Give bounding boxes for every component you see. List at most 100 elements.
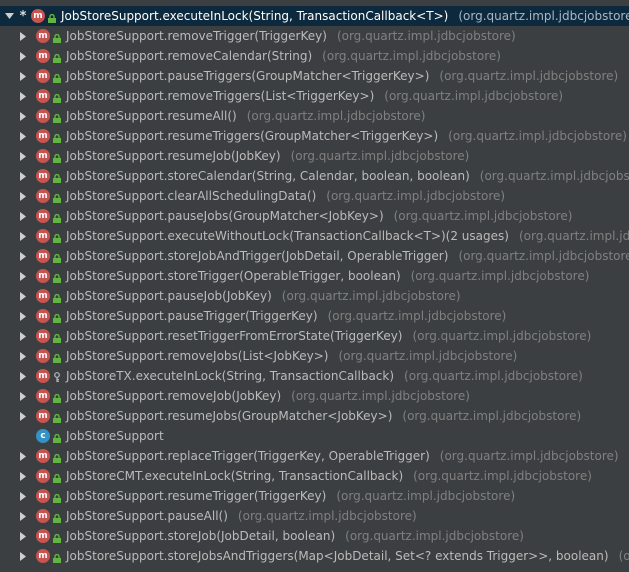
tree-row[interactable]: m JobStoreSupport.pauseTrigger(TriggerKey…	[0, 306, 629, 326]
tree-row[interactable]: m JobStoreSupport.resumeAll() (org.quartz.…	[0, 106, 629, 126]
lock-icon	[53, 152, 61, 163]
package-name: (org.quartz.impl.jdbcjobstore)	[336, 489, 516, 503]
lock-icon	[53, 552, 61, 563]
collapsed-arrow-icon[interactable]	[18, 311, 28, 321]
method-name: JobStoreSupport.pauseJob(JobKey)	[66, 289, 272, 303]
method-icon: m	[36, 209, 50, 223]
collapsed-arrow-icon[interactable]	[18, 391, 28, 401]
collapsed-arrow-icon[interactable]	[18, 131, 28, 141]
collapsed-arrow-icon[interactable]	[18, 151, 28, 161]
tree-row[interactable]: c JobStoreSupport	[0, 426, 629, 446]
method-icon: m	[36, 49, 50, 63]
method-icon: m	[36, 29, 50, 43]
lock-icon	[53, 132, 61, 143]
lock-icon	[53, 512, 61, 523]
tree-row[interactable]: m JobStoreSupport.storeCalendar(String, C…	[0, 166, 629, 186]
lock-icon	[53, 532, 61, 543]
tree-row[interactable]: m JobStoreSupport.resumeTriggers(GroupMat…	[0, 126, 629, 146]
method-icon: m	[36, 529, 50, 543]
collapsed-arrow-icon[interactable]	[18, 91, 28, 101]
method-icon: m	[36, 309, 50, 323]
tree-row[interactable]: m JobStoreSupport.storeJobsAndTriggers(Ma…	[0, 546, 629, 566]
collapsed-arrow-icon[interactable]	[18, 411, 28, 421]
tree-row[interactable]: m JobStoreSupport.resumeJobs(GroupMatcher…	[0, 406, 629, 426]
tree-row[interactable]: m JobStoreSupport.resumeTrigger(TriggerKe…	[0, 486, 629, 506]
method-icon: m	[36, 69, 50, 83]
tree-row[interactable]: m JobStoreSupport.removeJob(JobKey) (org.q…	[0, 386, 629, 406]
lock-icon	[53, 32, 61, 43]
collapsed-arrow-icon[interactable]	[18, 551, 28, 561]
tree-row[interactable]: m JobStoreTX.executeInLock(String, Transa…	[0, 366, 629, 386]
method-name: JobStoreSupport.replaceTrigger(TriggerKe…	[66, 449, 430, 463]
collapsed-arrow-icon[interactable]	[18, 351, 28, 361]
method-icon: m	[36, 409, 50, 423]
package-name: (org.quartz.impl.jdbcjobstore)	[281, 289, 461, 303]
method-icon: m	[36, 509, 50, 523]
lock-icon	[48, 12, 56, 23]
tree-row[interactable]: m JobStoreSupport.storeJobAndTrigger(JobD…	[0, 246, 629, 266]
method-icon: m	[36, 169, 50, 183]
package-name: (org.quartz.impl.jdbcjobstore)	[326, 189, 506, 203]
collapsed-arrow-icon[interactable]	[18, 231, 28, 241]
caret-spacer	[18, 431, 28, 441]
method-name: JobStoreSupport.executeWithoutLock(Trans…	[66, 229, 509, 243]
collapsed-arrow-icon[interactable]	[18, 51, 28, 61]
collapsed-arrow-icon[interactable]	[18, 451, 28, 461]
method-name: JobStoreCMT.executeInLock(String, Transa…	[66, 469, 404, 483]
tree-row[interactable]: m JobStoreSupport.removeTriggers(List<Tri…	[0, 86, 629, 106]
collapsed-arrow-icon[interactable]	[18, 251, 28, 261]
tree-row[interactable]: m JobStoreCMT.executeInLock(String, Trans…	[0, 466, 629, 486]
collapsed-arrow-icon[interactable]	[18, 491, 28, 501]
package-name: (org.quartz.impl.jdbcjobstore)	[458, 249, 629, 263]
method-name: JobStoreSupport.removeTrigger(TriggerKey…	[66, 29, 327, 43]
collapsed-arrow-icon[interactable]	[18, 171, 28, 181]
lock-icon	[53, 232, 61, 243]
collapsed-arrow-icon[interactable]	[18, 271, 28, 281]
lock-icon	[53, 272, 61, 283]
lock-icon	[53, 492, 61, 503]
collapsed-arrow-icon[interactable]	[18, 531, 28, 541]
tree-root-row[interactable]: * m JobStoreSupport.executeInLock(String…	[0, 6, 629, 26]
tree-row[interactable]: m JobStoreSupport.removeTrigger(TriggerKe…	[0, 26, 629, 46]
tree-row[interactable]: m JobStoreSupport.resetTriggerFromErrorSt…	[0, 326, 629, 346]
lock-icon	[53, 112, 61, 123]
collapsed-arrow-icon[interactable]	[18, 471, 28, 481]
method-icon: m	[36, 249, 50, 263]
method-name: JobStoreSupport.pauseTriggers(GroupMatch…	[66, 69, 430, 83]
tree-row[interactable]: m JobStoreSupport.executeWithoutLock(Tran…	[0, 226, 629, 246]
method-icon: m	[36, 329, 50, 343]
collapsed-arrow-icon[interactable]	[18, 371, 28, 381]
tree-row[interactable]: m JobStoreSupport.storeJob(JobDetail, boo…	[0, 526, 629, 546]
collapsed-arrow-icon[interactable]	[18, 111, 28, 121]
package-name: (org.quartz.impl.jdbcjobstore)	[336, 29, 516, 43]
tree-row[interactable]: m JobStoreSupport.resumeJob(JobKey) (org.q…	[0, 146, 629, 166]
method-name: JobStoreSupport	[66, 429, 164, 443]
root-marker-icon: *	[19, 8, 27, 24]
method-name: JobStoreSupport.pauseTrigger(TriggerKey)	[66, 309, 318, 323]
tree-row[interactable]: m JobStoreSupport.clearAllSchedulingData(…	[0, 186, 629, 206]
collapsed-arrow-icon[interactable]	[18, 191, 28, 201]
collapsed-arrow-icon[interactable]	[18, 511, 28, 521]
expanded-arrow-icon[interactable]	[4, 11, 14, 21]
lock-icon	[53, 92, 61, 103]
tree-row[interactable]: m JobStoreSupport.pauseTriggers(GroupMatc…	[0, 66, 629, 86]
collapsed-arrow-icon[interactable]	[18, 291, 28, 301]
collapsed-arrow-icon[interactable]	[18, 71, 28, 81]
tree-row[interactable]: m JobStoreSupport.storeTrigger(OperableTr…	[0, 266, 629, 286]
tree-row[interactable]: m JobStoreSupport.removeCalendar(String) (…	[0, 46, 629, 66]
collapsed-arrow-icon[interactable]	[18, 211, 28, 221]
tree-row[interactable]: m JobStoreSupport.pauseJob(JobKey) (org.qu…	[0, 286, 629, 306]
lock-icon	[53, 452, 61, 463]
method-name: JobStoreSupport.storeCalendar(String, Ca…	[66, 169, 470, 183]
tree-row[interactable]: m JobStoreSupport.replaceTrigger(TriggerK…	[0, 446, 629, 466]
tree-row[interactable]: m JobStoreSupport.removeJobs(List<JobKey>…	[0, 346, 629, 366]
collapsed-arrow-icon[interactable]	[18, 331, 28, 341]
method-icon: m	[36, 149, 50, 163]
lock-icon	[53, 312, 61, 323]
lock-icon	[53, 392, 61, 403]
package-name: (org.quartz.impl.jdbcjobstore)	[327, 309, 507, 323]
collapsed-arrow-icon[interactable]	[18, 31, 28, 41]
package-name: (org.quartz.impl.jdbcjobstore)	[479, 169, 629, 183]
tree-row[interactable]: m JobStoreSupport.pauseAll() (org.quartz.i…	[0, 506, 629, 526]
tree-row[interactable]: m JobStoreSupport.pauseJobs(GroupMatcher<…	[0, 206, 629, 226]
